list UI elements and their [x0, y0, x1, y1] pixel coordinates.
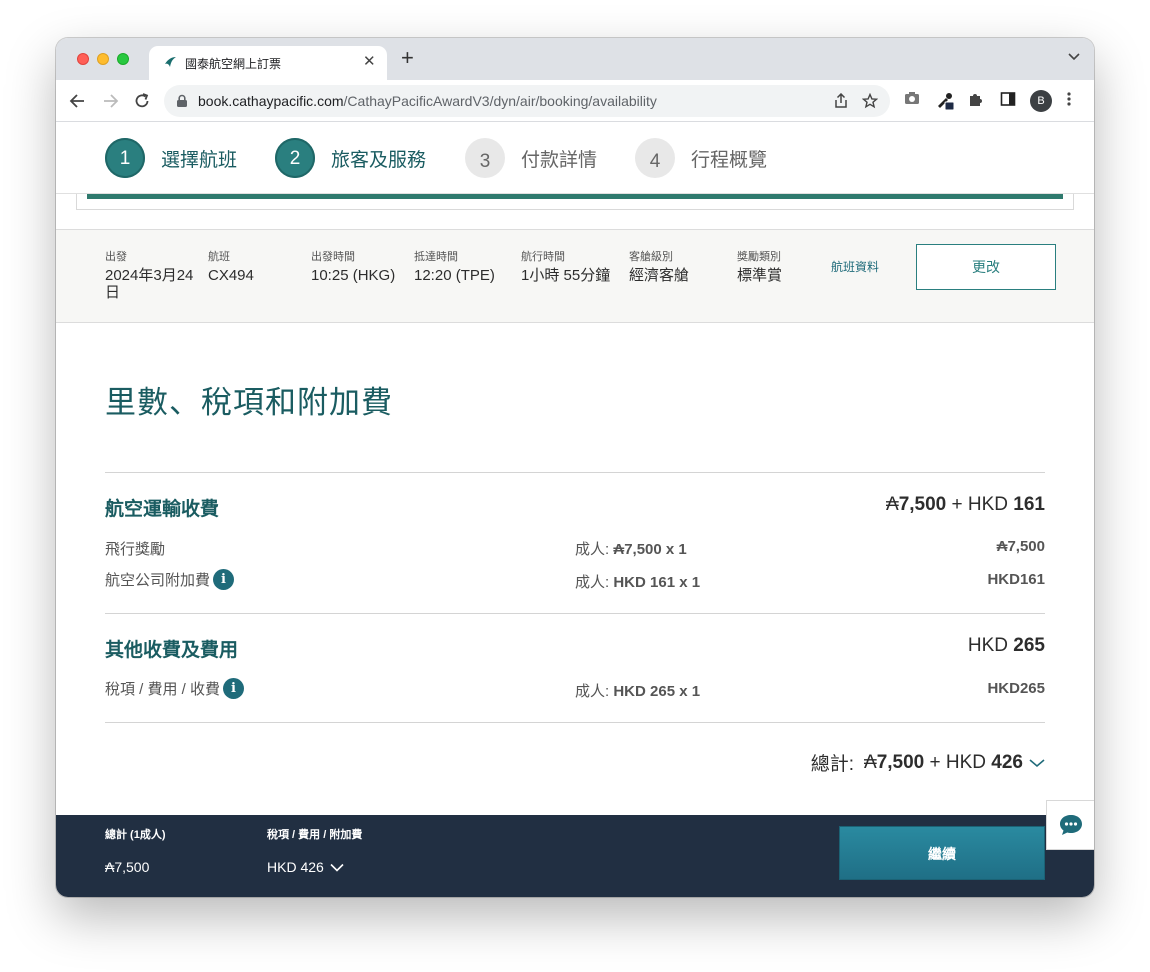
close-window-button[interactable] — [77, 53, 89, 65]
profile-avatar[interactable]: B — [1030, 90, 1052, 112]
other-charges-title: 其他收費及費用 — [105, 640, 239, 661]
more-menu-icon[interactable] — [1066, 91, 1072, 107]
taxes-row-qty: 成人: HKD 265 x 1 — [575, 683, 701, 700]
chevron-down-icon[interactable] — [1029, 758, 1045, 768]
award-type: 獎勵類別 標準賞 — [737, 251, 783, 284]
back-arrow-icon[interactable] — [68, 91, 88, 111]
other-charges-total: HKD 265 — [967, 635, 1045, 656]
card-edge — [76, 194, 1074, 210]
chat-button[interactable] — [1046, 800, 1094, 850]
continue-button[interactable]: 繼續 — [839, 826, 1045, 880]
step-payment-details: 3 付款詳情 — [465, 138, 597, 178]
surcharge-row-label: 航空公司附加費 i — [105, 569, 235, 590]
progress-bar — [87, 194, 1063, 199]
footer-total-label: 總計 (1成人) — [105, 829, 166, 841]
address-bar[interactable]: book.cathaypacific.com/CathayPacificAwar… — [164, 85, 890, 117]
award-row-amount: ₳7,500 — [996, 538, 1045, 555]
award-row-qty: 成人: ₳7,500 x 1 — [575, 541, 687, 558]
close-tab-icon[interactable]: ✕ — [363, 52, 376, 70]
flight-duration: 航行時間 1小時 55分鐘 — [521, 251, 611, 284]
footer-tax-label: 稅項 / 費用 / 附加費 — [267, 829, 363, 841]
asia-miles-icon: ₳ — [105, 859, 115, 875]
footer-tax-value[interactable]: HKD 426 — [267, 859, 344, 875]
browser-toolbar: book.cathaypacific.com/CathayPacificAwar… — [56, 80, 1094, 122]
step-select-flight[interactable]: 1 選擇航班 — [105, 138, 237, 178]
chat-bubble-icon — [1059, 815, 1082, 835]
camera-icon[interactable] — [904, 91, 920, 105]
departure-time: 出發時間 10:25 (HKG) — [311, 251, 396, 284]
info-icon[interactable]: i — [223, 678, 245, 699]
grand-total[interactable]: 總計: ₳ 7,500 + HKD 426 — [811, 749, 1045, 776]
minimize-window-button[interactable] — [97, 53, 109, 65]
asia-miles-icon: ₳ — [996, 538, 1008, 555]
step-passengers-services[interactable]: 2 旅客及服務 — [275, 138, 426, 178]
divider — [105, 472, 1045, 473]
page-title: 里數、稅項和附加費 — [105, 385, 393, 420]
extensions-puzzle-icon[interactable] — [968, 91, 984, 107]
divider — [105, 722, 1045, 723]
flight-info-link[interactable]: 航班資料 — [831, 258, 879, 275]
url-text: book.cathaypacific.com/CathayPacificAwar… — [198, 93, 657, 109]
eyedropper-extension-icon[interactable] — [935, 91, 955, 111]
departure-date: 出發 2024年3月24 日 — [105, 251, 194, 301]
taxes-row-amount: HKD265 — [987, 680, 1045, 697]
cabin-class: 客艙級別 經濟客艙 — [629, 251, 690, 284]
tab-strip: 國泰航空網上訂票 ✕ + — [56, 38, 1094, 80]
flight-summary-bar: 出發 2024年3月24 日 航班 CX494 出發時間 10:25 (HKG)… — [56, 229, 1094, 323]
footer-total-value: ₳ 7,500 — [105, 859, 150, 875]
booking-page: 1 選擇航班 2 旅客及服務 3 付款詳情 4 行程概覽 出發 2024年3月2… — [56, 122, 1094, 897]
asia-miles-icon: ₳ — [613, 541, 625, 558]
asia-miles-icon: ₳ — [864, 751, 877, 773]
asia-miles-icon: ₳ — [886, 494, 899, 515]
chevron-down-icon[interactable] — [330, 863, 344, 872]
reload-icon[interactable] — [132, 91, 152, 111]
browser-tab[interactable]: 國泰航空網上訂票 ✕ — [149, 46, 387, 80]
arrival-time: 抵達時間 12:20 (TPE) — [414, 251, 495, 284]
award-row-label: 飛行獎勵 — [105, 541, 166, 558]
sticky-footer: 總計 (1成人) ₳ 7,500 稅項 / 費用 / 附加費 HKD 426 繼續 — [56, 815, 1094, 897]
taxes-row-label: 稅項 / 費用 / 收費 i — [105, 678, 245, 699]
change-button[interactable]: 更改 — [916, 244, 1056, 290]
step-itinerary-overview: 4 行程概覽 — [635, 138, 767, 178]
flight-number: 航班 CX494 — [208, 251, 254, 284]
lock-icon[interactable] — [176, 94, 188, 108]
info-icon[interactable]: i — [213, 569, 235, 590]
tab-title: 國泰航空網上訂票 — [185, 57, 282, 71]
bookmark-star-icon[interactable] — [862, 93, 878, 109]
browser-window: 國泰航空網上訂票 ✕ + book.cathaypacific.com/Cath… — [56, 38, 1094, 897]
maximize-window-button[interactable] — [117, 53, 129, 65]
divider — [105, 613, 1045, 614]
side-panel-icon[interactable] — [1000, 91, 1016, 107]
new-tab-icon[interactable]: + — [401, 47, 414, 69]
surcharge-row-amount: HKD161 — [987, 571, 1045, 588]
forward-arrow-icon[interactable] — [100, 91, 120, 111]
chevron-down-icon[interactable] — [1068, 52, 1080, 62]
share-icon[interactable] — [834, 93, 848, 109]
cathay-logo-icon — [165, 57, 176, 67]
surcharge-row-qty: 成人: HKD 161 x 1 — [575, 574, 701, 591]
booking-stepper: 1 選擇航班 2 旅客及服務 3 付款詳情 4 行程概覽 — [56, 122, 1094, 194]
air-charges-title: 航空運輸收費 — [105, 499, 220, 520]
air-charges-total: ₳7,500 + HKD 161 — [886, 494, 1045, 515]
